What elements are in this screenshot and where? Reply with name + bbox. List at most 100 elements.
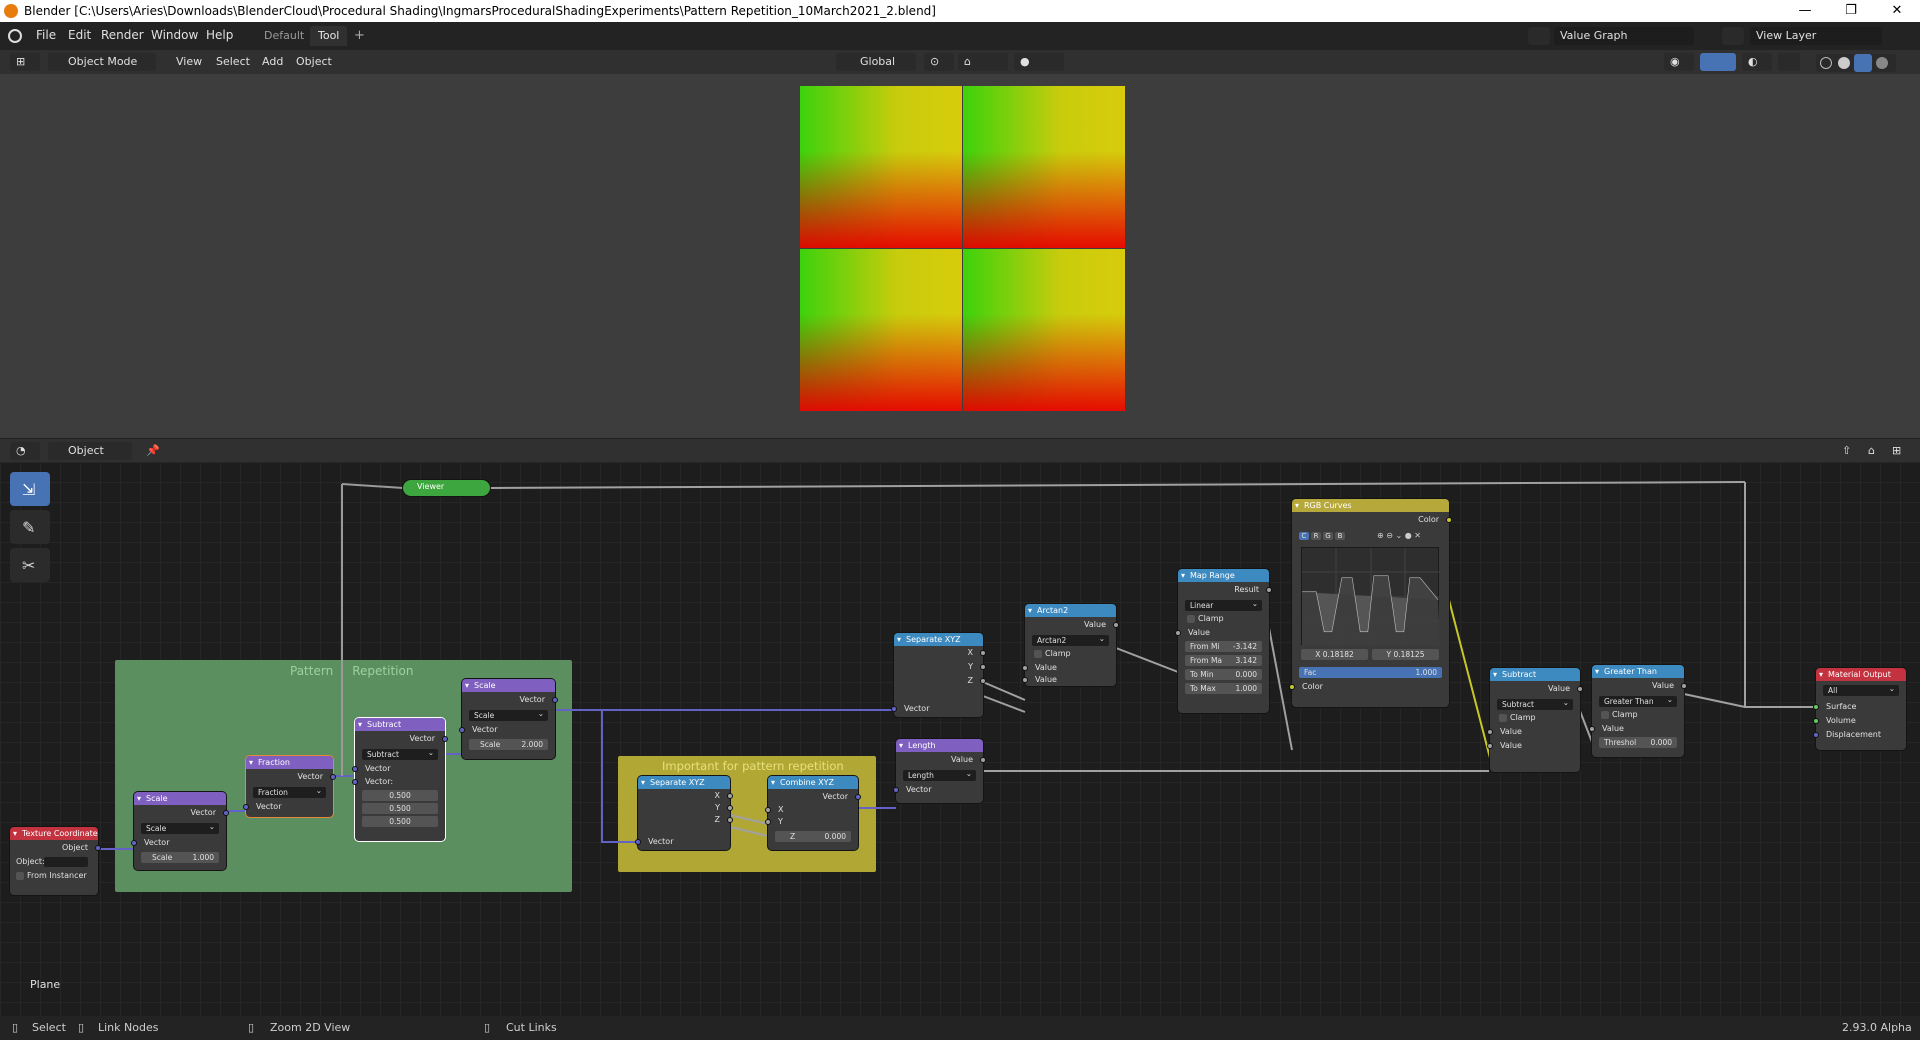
solid-shading-icon[interactable] xyxy=(1838,57,1850,69)
pin-icon[interactable]: 📌 xyxy=(140,442,162,460)
scale2-input-socket[interactable] xyxy=(459,727,465,733)
combine-y-socket[interactable] xyxy=(765,819,771,825)
node-arctan2[interactable]: Arctan2 Value Arctan2 Clamp Value Value xyxy=(1022,604,1119,686)
from-instancer-checkbox[interactable] xyxy=(16,872,24,880)
separate1-z-socket[interactable] xyxy=(980,678,986,684)
node-combine-xyz[interactable]: Combine XYZ Vector X Y Z 0.000 xyxy=(765,776,861,850)
object-mode-dropdown[interactable]: Object Mode xyxy=(48,53,156,71)
tab-tool[interactable]: Tool xyxy=(310,26,348,46)
curves-x-field[interactable]: X 0.18182 xyxy=(1301,649,1368,660)
subtract1-y-field[interactable]: 0.500 xyxy=(362,803,438,814)
curves-y-field[interactable]: Y 0.18125 xyxy=(1372,649,1439,660)
node-snap-icon[interactable]: ⌂ xyxy=(1862,442,1884,460)
select-menu[interactable]: Select xyxy=(210,53,256,71)
maprange-interpolation-dropdown[interactable]: Linear xyxy=(1185,598,1262,611)
parent-node-tree-icon[interactable]: ⇧ xyxy=(1836,442,1858,460)
menu-edit[interactable]: Edit xyxy=(68,28,91,42)
curves-fac-field[interactable]: Fac 1.000 xyxy=(1299,667,1442,678)
subtract1-input-socket[interactable] xyxy=(352,766,358,772)
maprange-from-min-field[interactable]: From Mi -3.142 xyxy=(1185,641,1262,652)
menu-file[interactable]: File xyxy=(36,28,56,42)
maprange-value-socket[interactable] xyxy=(1175,630,1181,636)
greater-operation-dropdown[interactable]: Greater Than xyxy=(1599,694,1677,707)
separate2-x-socket[interactable] xyxy=(727,793,733,799)
matout-displacement-socket[interactable] xyxy=(1813,732,1819,738)
snap-icon[interactable]: ⌂ xyxy=(958,53,1008,71)
node-editor-canvas[interactable]: ⇲ ✎ ✂ Pattern Repetition Important for p… xyxy=(0,462,1920,1016)
arctan-input1-socket[interactable] xyxy=(1022,665,1028,671)
subtract1-operation-dropdown[interactable]: Subtract xyxy=(362,747,438,760)
maximize-button[interactable]: ❐ xyxy=(1828,0,1874,22)
curves-tab-b[interactable]: B xyxy=(1335,532,1345,540)
scale1-input-socket[interactable] xyxy=(131,840,137,846)
node-material-output[interactable]: Material Output All Surface Volume Displ… xyxy=(1813,668,1906,750)
add-menu[interactable]: Add xyxy=(256,53,289,71)
maprange-to-min-field[interactable]: To Min 0.000 xyxy=(1185,669,1262,680)
arctan-output-socket[interactable] xyxy=(1113,622,1119,628)
node-separate-xyz-1[interactable]: Separate XYZ X Y Z Vector xyxy=(891,633,986,717)
matout-target-dropdown[interactable]: All xyxy=(1823,683,1899,696)
xray-icon[interactable] xyxy=(1778,53,1800,71)
curves-graph[interactable] xyxy=(1301,547,1440,646)
node-separate-xyz-2[interactable]: Separate XYZ X Y Z Vector xyxy=(635,776,733,850)
curves-zoom-icons[interactable]: ⊕ ⊖ ⌄ ● ✕ xyxy=(1377,531,1421,540)
maprange-clamp-checkbox[interactable] xyxy=(1187,615,1195,623)
subtract1-x-field[interactable]: 0.500 xyxy=(362,790,438,801)
node-length[interactable]: Length Value Length Vector xyxy=(893,739,986,803)
menu-render[interactable]: Render xyxy=(101,28,144,42)
texcoord-object-field[interactable] xyxy=(44,857,88,867)
scale2-operation-dropdown[interactable]: Scale xyxy=(469,708,548,721)
fraction-input-socket[interactable] xyxy=(243,804,249,810)
editor-type-icon[interactable]: ⊞ xyxy=(10,53,40,71)
node-editor-type-icon[interactable]: ◔ xyxy=(10,442,40,460)
scene-field[interactable]: Value Graph xyxy=(1554,27,1694,45)
scene-browse-icon[interactable] xyxy=(1528,27,1550,45)
separate2-input-socket[interactable] xyxy=(635,839,641,845)
combine-z-field[interactable]: Z 0.000 xyxy=(775,831,851,842)
fraction-output-socket[interactable] xyxy=(330,774,336,780)
add-workspace-button[interactable]: + xyxy=(354,28,365,43)
separate1-y-socket[interactable] xyxy=(980,664,986,670)
node-map-range[interactable]: Map Range Result Linear Clamp Value From… xyxy=(1175,569,1272,713)
view-layer-browse-icon[interactable] xyxy=(1722,27,1744,45)
matout-surface-socket[interactable] xyxy=(1813,704,1819,710)
view-layer-field[interactable]: View Layer xyxy=(1750,27,1882,45)
greater-threshold-field[interactable]: Threshol 0.000 xyxy=(1599,737,1677,748)
combine-x-socket[interactable] xyxy=(765,807,771,813)
length-input-socket[interactable] xyxy=(893,787,899,793)
curves-tab-r[interactable]: R xyxy=(1311,532,1321,540)
subtract1-output-socket[interactable] xyxy=(442,736,448,742)
node-viewer[interactable]: Viewer xyxy=(403,480,490,496)
subtract2-input1-socket[interactable] xyxy=(1487,729,1493,735)
node-fraction[interactable]: Fraction Vector Fraction Vector xyxy=(243,756,336,817)
scale2-output-socket[interactable] xyxy=(552,697,558,703)
subtract1-z-field[interactable]: 0.500 xyxy=(362,816,438,827)
arctan-clamp-checkbox[interactable] xyxy=(1034,650,1042,658)
close-button[interactable]: ✕ xyxy=(1874,0,1920,22)
subtract1-input2-socket[interactable] xyxy=(352,779,358,785)
scale1-scale-field[interactable]: Scale 1.000 xyxy=(141,852,219,863)
tab-default[interactable]: Default xyxy=(256,26,312,46)
shader-type-dropdown[interactable]: Object xyxy=(48,442,132,460)
node-snap-mode-icon[interactable]: ⊞ xyxy=(1886,442,1916,460)
3d-viewport[interactable] xyxy=(0,74,1920,438)
overlay-icon[interactable]: ◐ xyxy=(1742,53,1772,71)
scale2-scale-field[interactable]: Scale 2.000 xyxy=(469,739,548,750)
curves-tab-g[interactable]: G xyxy=(1323,532,1333,540)
material-shading-icon[interactable] xyxy=(1854,54,1872,72)
node-texture-coordinate[interactable]: Texture Coordinate Object Object: From I… xyxy=(10,827,101,895)
scale1-operation-dropdown[interactable]: Scale xyxy=(141,821,219,834)
node-subtract-2[interactable]: Subtract Value Subtract Clamp Value Valu… xyxy=(1487,668,1583,772)
subtract2-operation-dropdown[interactable]: Subtract xyxy=(1497,697,1573,710)
separate2-y-socket[interactable] xyxy=(727,805,733,811)
combine-output-socket[interactable] xyxy=(855,794,861,800)
matout-volume-socket[interactable] xyxy=(1813,718,1819,724)
view-menu[interactable]: View xyxy=(170,53,208,71)
rendered-shading-icon[interactable] xyxy=(1876,57,1888,69)
curves-output-socket[interactable] xyxy=(1446,517,1452,523)
arctan-operation-dropdown[interactable]: Arctan2 xyxy=(1032,633,1109,646)
proportional-edit-icon[interactable]: ● xyxy=(1014,53,1064,71)
length-output-socket[interactable] xyxy=(980,757,986,763)
curves-color-socket[interactable] xyxy=(1289,684,1295,690)
greater-clamp-checkbox[interactable] xyxy=(1601,711,1609,719)
